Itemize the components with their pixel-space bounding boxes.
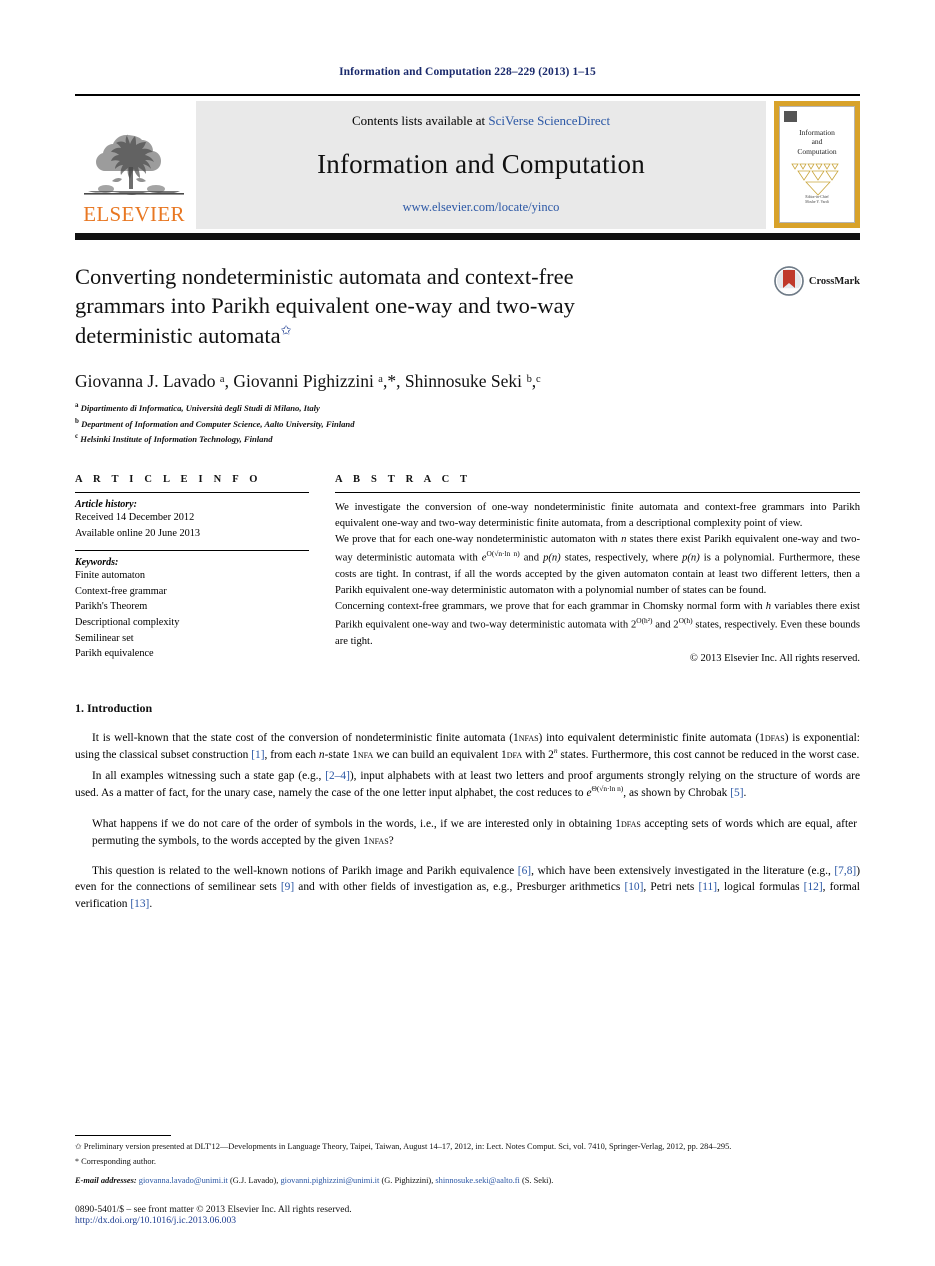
affiliation-list: a Dipartimento di Informatica, Universit… [75, 400, 860, 447]
intro-question-paragraph: What happens if we do not care of the or… [92, 815, 857, 848]
cover-footer: Editor-in-Chief Moshe Y. Vardi [805, 194, 829, 205]
keyword-item: Descriptional complexity [75, 616, 180, 628]
page-title: Converting nondeterministic automata and… [75, 262, 735, 350]
intro-paragraph-4: This question is related to the well-kno… [75, 864, 860, 910]
footnote-preliminary-version: ✩ Preliminary version presented at DLT'1… [75, 1142, 732, 1152]
imprint-block: 0890-5401/$ – see front matter © 2013 El… [75, 1204, 860, 1226]
cover-triangles-graphic [791, 163, 839, 196]
article-page: Information and Computation 228–229 (201… [0, 0, 935, 1266]
intro-paragraph-1: It is well-known that the state cost of … [75, 729, 860, 762]
footnote-corresponding-author: * Corresponding author. [75, 1156, 156, 1166]
email-link[interactable]: shinnosuke.seki@aalto.fi [435, 1176, 519, 1185]
elsevier-wordmark: ELSEVIER [83, 202, 185, 226]
abstract-heading: A B S T R A C T [335, 474, 472, 486]
introduction-section: 1. Introduction It is well-known that th… [75, 701, 860, 913]
email-owner: (G. Pighizzini) [381, 1175, 432, 1185]
history-online: Available online 20 June 2013 [75, 527, 201, 539]
email-owner: (S. Seki) [521, 1175, 552, 1185]
email-link[interactable]: giovanna.lavado@unimi.it [139, 1176, 228, 1185]
title-line-3: deterministic automata [75, 322, 281, 348]
masthead-divider [75, 233, 860, 240]
info-abstract-section: A R T I C L E I N F O Article history: R… [75, 474, 860, 671]
abstract-paragraph-2: We prove that for each one-way nondeterm… [335, 534, 861, 597]
history-label: Article history: [75, 499, 137, 511]
abstract-paragraph-3: Concerning context-free grammars, we pro… [335, 601, 860, 647]
keyword-item: Semilinear set [75, 632, 134, 644]
citation-link[interactable]: [5] [730, 787, 743, 799]
citation-link[interactable]: [6] [518, 865, 531, 877]
abstract-column: A B S T R A C T We investigate the conve… [323, 474, 860, 671]
affiliation-item: b Department of Information and Computer… [75, 416, 355, 429]
citation-link[interactable]: [12] [804, 881, 823, 893]
citation-link[interactable]: [1] [251, 749, 264, 761]
issn-copyright-line: 0890-5401/$ – see front matter © 2013 El… [75, 1204, 352, 1215]
title-block: CrossMark Converting nondeterministic au… [75, 262, 860, 447]
citation-link[interactable]: [7,8] [834, 865, 856, 877]
crossmark-icon [774, 266, 804, 296]
footnote-email-addresses: E-mail addresses: giovanna.lavado@unimi.… [75, 1175, 554, 1185]
abstract-copyright: © 2013 Elsevier Inc. All rights reserved… [689, 653, 860, 664]
sciencedirect-link[interactable]: SciVerse ScienceDirect [488, 113, 610, 128]
title-footnote-marker[interactable]: ✩ [281, 322, 292, 337]
article-info-column: A R T I C L E I N F O Article history: R… [75, 474, 323, 671]
doi-link[interactable]: http://dx.doi.org/10.1016/j.ic.2013.06.0… [75, 1215, 860, 1226]
email-link[interactable]: giovanni.pighizzini@unimi.it [280, 1176, 379, 1185]
keywords-block: Keywords: Finite automaton Context-free … [75, 551, 309, 671]
footnote-block: ✩ Preliminary version presented at DLT'1… [75, 1135, 860, 1266]
crossmark-badge[interactable]: CrossMark [774, 266, 860, 296]
cover-title: Information and Computation [797, 128, 837, 156]
affiliation-item: a Dipartimento di Informatica, Universit… [75, 400, 320, 413]
citation-link[interactable]: [2–4] [325, 770, 350, 782]
section-heading-introduction: 1. Introduction [75, 700, 153, 715]
journal-banner: Contents lists available at SciVerse Sci… [196, 101, 766, 229]
cover-publisher-mark [783, 111, 797, 122]
crossmark-label: CrossMark [808, 275, 860, 287]
elsevier-tree-icon [84, 134, 184, 195]
footnote-star-marker: ✩ [75, 1142, 82, 1152]
keyword-item: Parikh equivalence [75, 648, 154, 660]
keyword-item: Finite automaton [75, 569, 146, 581]
journal-running-head: Information and Computation 228–229 (201… [339, 66, 596, 78]
email-owner: (G.J. Lavado) [229, 1175, 277, 1185]
journal-homepage-link[interactable]: www.elsevier.com/locate/yinco [403, 200, 560, 215]
contents-prefix: Contents lists available at [351, 113, 486, 128]
affiliation-item: c Helsinki Institute of Information Tech… [75, 432, 273, 445]
journal-title: Information and Computation [317, 149, 645, 179]
journal-cover-thumbnail: Information and Computation Editor-in-Ch… [774, 101, 860, 228]
article-info-heading: A R T I C L E I N F O [75, 474, 262, 486]
elsevier-logo: ELSEVIER [75, 101, 193, 229]
author-list: Giovanna J. Lavado ᵃ, Giovanni Pighizzin… [75, 370, 541, 391]
article-history-block: Article history: Received 14 December 20… [75, 493, 309, 550]
title-line-1: Converting nondeterministic automata and… [75, 264, 574, 289]
title-line-2: grammars into Parikh equivalent one-way … [75, 293, 575, 319]
citation-link[interactable]: [10] [624, 881, 643, 893]
footnote-divider [75, 1135, 171, 1137]
contents-available-line: Contents lists available at SciVerse Sci… [352, 113, 610, 129]
abstract-body: We investigate the conversion of one-way… [335, 493, 860, 664]
email-label: E-mail addresses: [75, 1175, 137, 1185]
keyword-item: Parikh's Theorem [75, 601, 148, 613]
citation-link[interactable]: [11] [698, 881, 717, 893]
footnote-asterisk-marker: * [75, 1156, 79, 1166]
intro-paragraph-2: In all examples witnessing such a state … [75, 769, 860, 800]
citation-link[interactable]: [13] [130, 898, 149, 910]
keyword-item: Context-free grammar [75, 585, 167, 597]
abstract-paragraph-1: We investigate the conversion of one-way… [335, 502, 860, 530]
keywords-label: Keywords: [75, 556, 119, 568]
history-received: Received 14 December 2012 [75, 512, 195, 524]
citation-link[interactable]: [9] [281, 881, 294, 893]
journal-masthead: ELSEVIER Contents lists available at Sci… [75, 94, 860, 229]
